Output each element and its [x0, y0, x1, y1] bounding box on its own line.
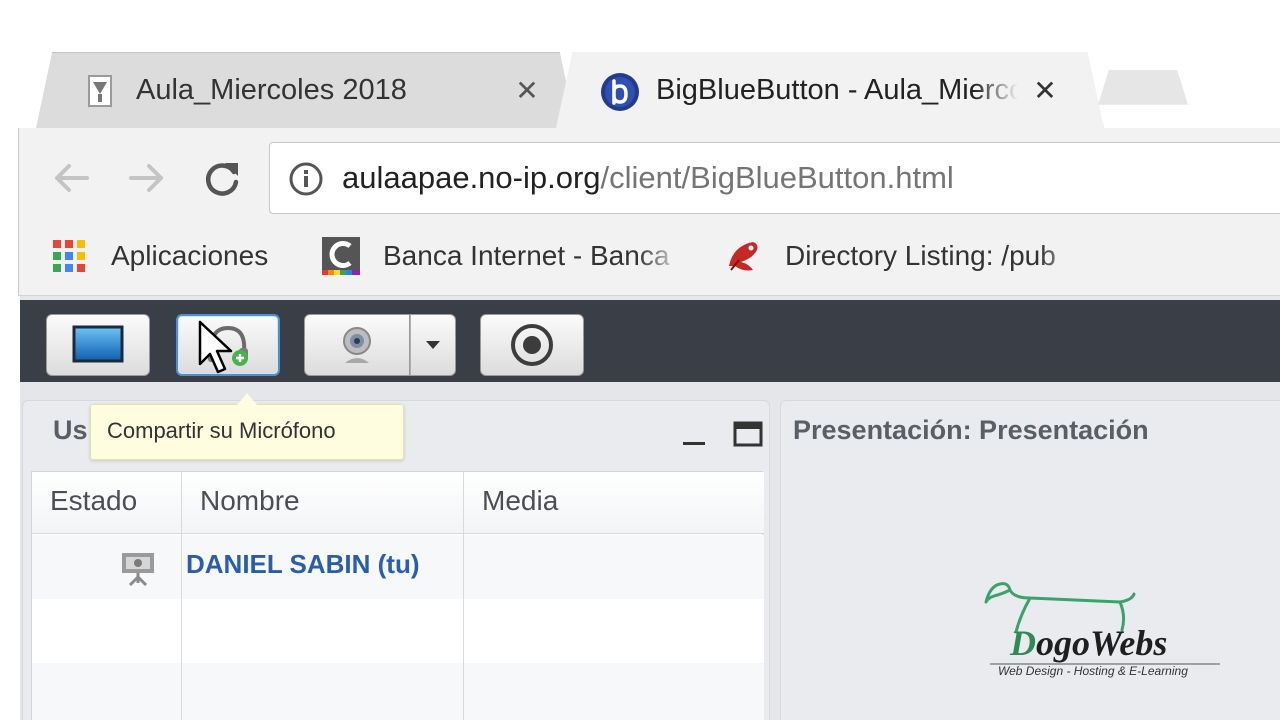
bookmark-label: Directory Listing: /pub	[785, 240, 1056, 271]
forward-arrow-icon[interactable]	[125, 158, 169, 198]
logo-initial: D	[1010, 623, 1036, 663]
logo-tagline: Web Design - Hosting & E-Learning	[998, 664, 1188, 678]
tab-title: BigBlueButton - Aula_Miercoles 2018	[656, 74, 1018, 106]
webcam-options-dropdown[interactable]	[410, 314, 456, 376]
maximize-icon[interactable]	[733, 421, 763, 447]
webcam-icon	[343, 327, 371, 363]
dropdown-arrow-icon	[426, 341, 440, 349]
url-path: /client/BigBlueButton.html	[600, 160, 954, 195]
bookmark-directory-listing[interactable]: Directory Listing: /pub	[723, 234, 1085, 278]
info-icon[interactable]	[288, 161, 324, 197]
presentation-window-title: Presentación: Presentación	[793, 415, 1149, 445]
apache-feather-icon	[729, 242, 758, 271]
logo-wordmark: DogoWebs	[1010, 622, 1167, 664]
url-text: aulaapae.no-ip.org/client/BigBlueButton.…	[342, 160, 954, 196]
tab-strip: Aula_Miercoles 2018 ✕ BigBlueButton - Au…	[0, 0, 1280, 128]
column-header-label: Media	[482, 485, 559, 516]
column-header[interactable]: Nombre	[182, 472, 463, 534]
bookmark-banca-internet[interactable]: Banca Internet - Banca	[321, 234, 683, 278]
bank-c-icon	[322, 237, 360, 275]
column-header[interactable]: Media	[464, 472, 764, 534]
close-icon[interactable]: ✕	[512, 76, 542, 106]
users-table: DANIEL SABIN (tu) Estado Nombre Media	[31, 471, 764, 720]
back-arrow-icon[interactable]	[49, 158, 93, 198]
tab-title: Aula_Miercoles 2018	[136, 74, 407, 106]
document-icon	[88, 75, 112, 107]
microphone-tooltip: Compartir su Micrófono	[90, 393, 404, 460]
share-desktop-button[interactable]	[46, 314, 150, 376]
mouse-cursor-icon	[198, 320, 233, 374]
logo-word-rest: ogoWebs	[1036, 623, 1168, 663]
tab-aula-miercoles[interactable]: Aula_Miercoles 2018 ✕	[36, 52, 576, 128]
close-icon[interactable]: ✕	[1030, 76, 1060, 106]
bookmark-label: Aplicaciones	[111, 240, 269, 271]
users-window-title: Us	[53, 415, 88, 445]
column-header[interactable]: Estado	[32, 472, 181, 534]
tab-bigbluebutton[interactable]: BigBlueButton - Aula_Miercoles 2018 ✕	[556, 52, 1104, 128]
bookmark-label: Banca Internet - Banca	[383, 240, 670, 271]
address-bar[interactable]: aulaapae.no-ip.org/client/BigBlueButton.…	[269, 142, 1280, 214]
minimize-icon[interactable]	[681, 423, 707, 447]
column-header-label: Estado	[50, 485, 138, 516]
record-button[interactable]	[480, 314, 584, 376]
apps-grid-icon	[53, 240, 85, 272]
new-tab-button[interactable]	[1098, 52, 1188, 128]
bookmark-aplicaciones[interactable]: Aplicaciones	[49, 234, 268, 278]
column-header-label: Nombre	[200, 485, 300, 516]
browser-toolbar: aulaapae.no-ip.org/client/BigBlueButton.…	[18, 128, 1280, 224]
new-tab-shape	[1098, 70, 1188, 105]
column-media: Media	[464, 472, 764, 720]
share-webcam-button[interactable]	[304, 314, 410, 376]
desktop-screen-icon	[72, 325, 124, 363]
column-nombre: Nombre	[182, 472, 464, 720]
dogowebs-logo: DogoWebs Web Design - Hosting & E-Learni…	[980, 576, 1230, 686]
url-host: aulaapae.no-ip.org	[342, 160, 601, 195]
record-icon	[511, 324, 553, 366]
reload-icon[interactable]	[201, 158, 245, 198]
bigbluebutton-icon	[601, 73, 639, 111]
column-estado: Estado	[32, 472, 182, 720]
bookmarks-bar: Aplicaciones Banca Internet - Banca Dire…	[18, 224, 1280, 296]
tooltip-text: Compartir su Micrófono	[107, 418, 336, 443]
